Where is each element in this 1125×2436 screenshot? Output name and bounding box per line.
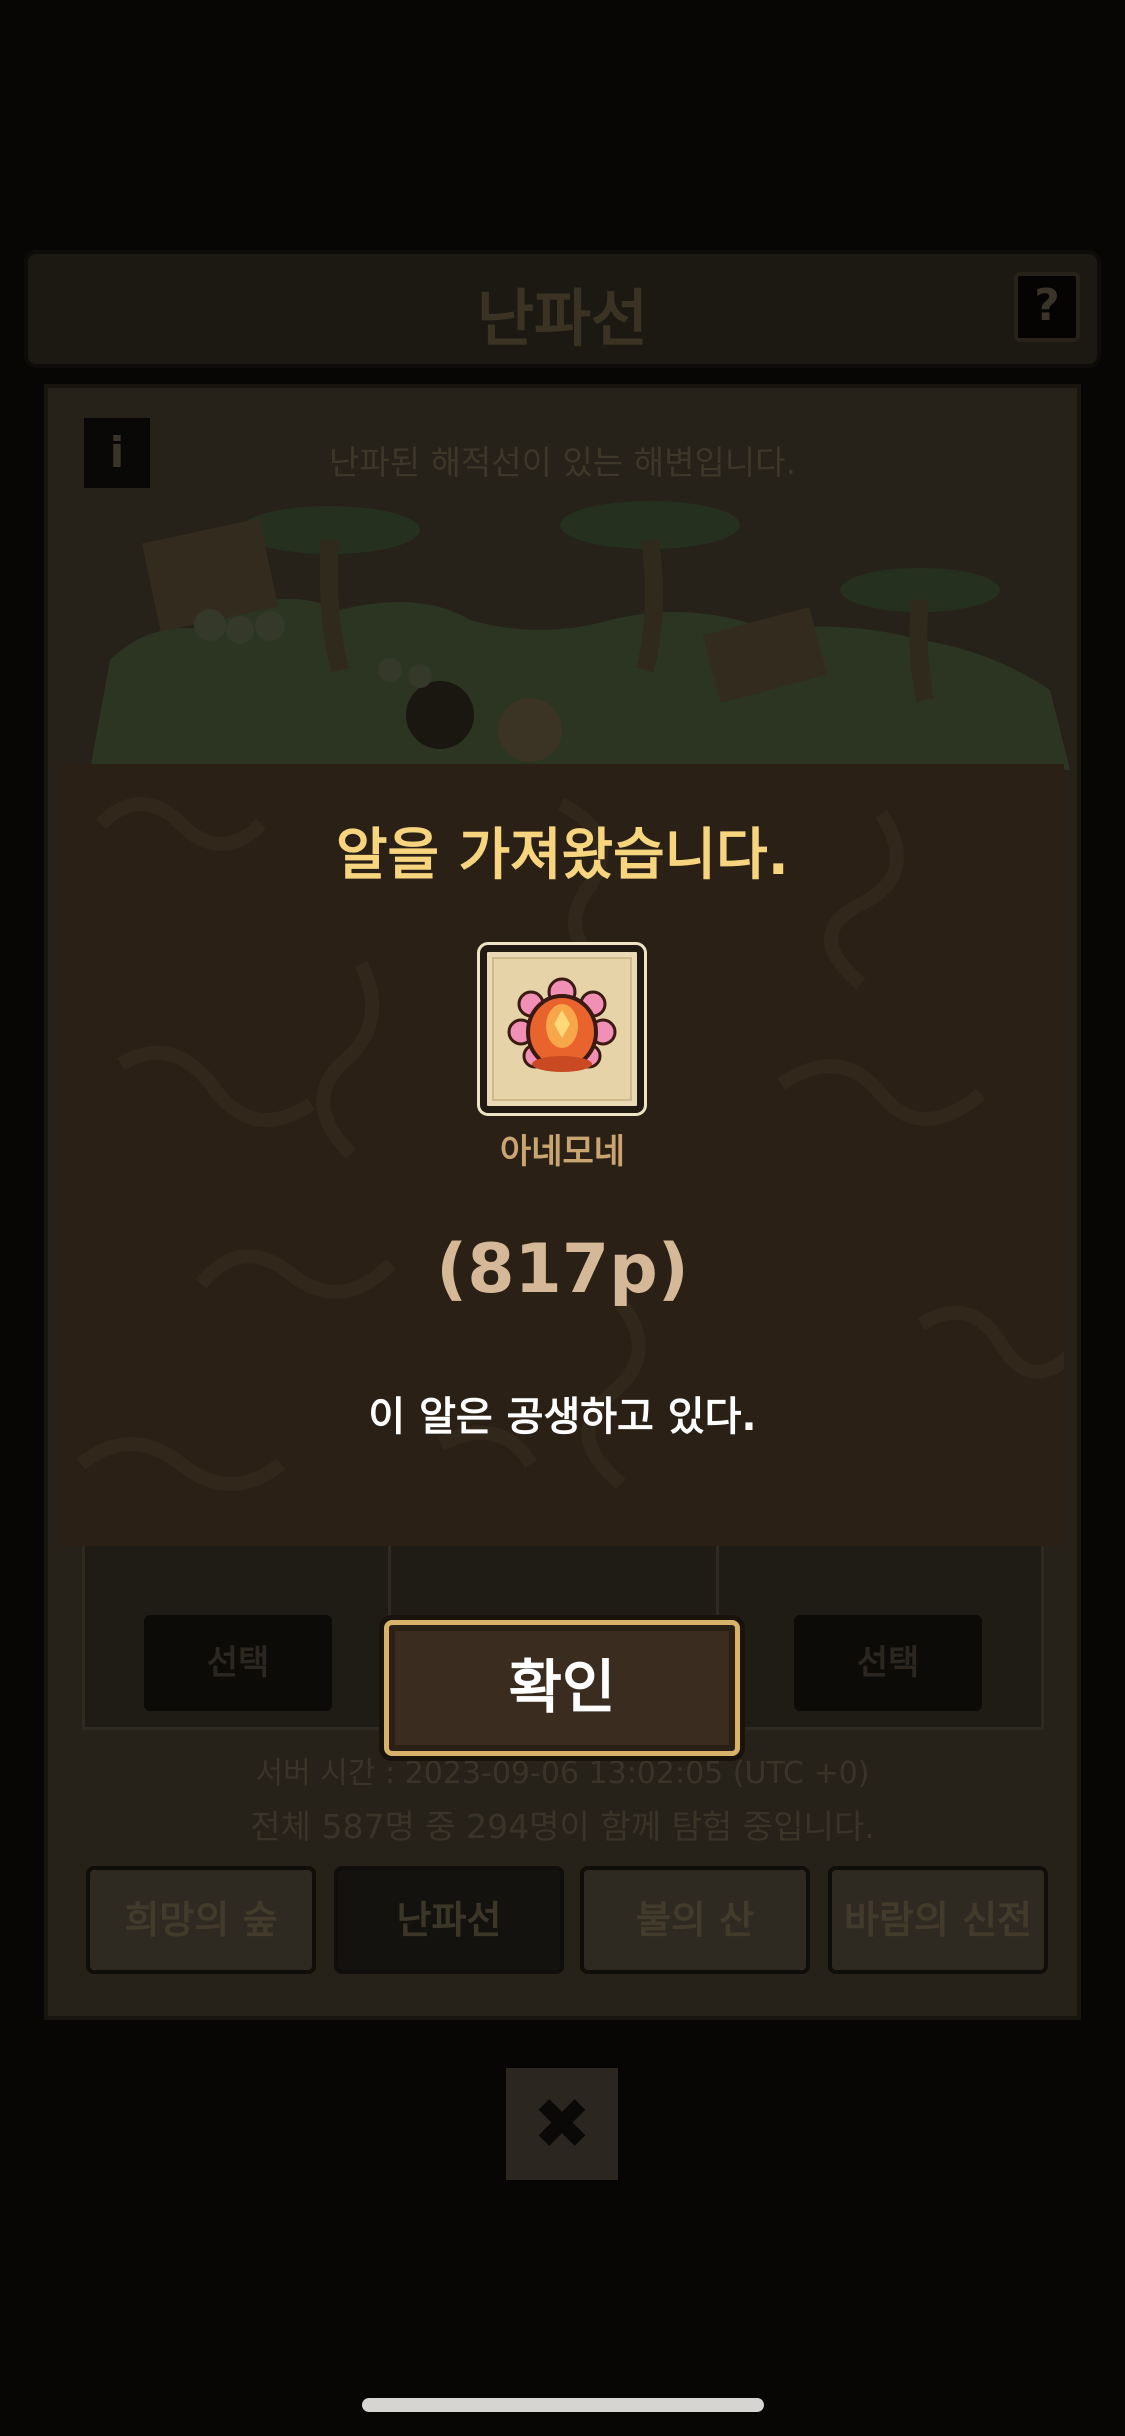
tab-forest-of-hope[interactable]: 희망의 숲: [86, 1866, 316, 1974]
egg-name: 아네모네: [499, 1132, 626, 1172]
participant-count: 전체 587명 중 294명이 함께 탐험 중입니다.: [250, 1807, 875, 1846]
egg-description: 이 알은 공생하고 있다.: [368, 1394, 757, 1440]
tab-wind-temple[interactable]: 바람의 신전: [828, 1866, 1048, 1974]
anemone-egg-icon: [492, 957, 632, 1101]
egg-points: (817p): [436, 1230, 689, 1309]
select-button-left[interactable]: 선택: [144, 1615, 332, 1711]
egg-card: [480, 945, 644, 1113]
modal-title: 알을 가져왔습니다.: [336, 823, 789, 888]
island-illustration: [90, 501, 1070, 770]
home-indicator: [362, 2398, 764, 2412]
close-button[interactable]: ✖: [506, 2068, 618, 2180]
confirm-button[interactable]: 확인: [384, 1620, 740, 1756]
tab-fire-mountain[interactable]: 불의 산: [580, 1866, 810, 1974]
tab-shipwreck[interactable]: 난파선: [334, 1866, 564, 1974]
help-button[interactable]: ?: [1014, 272, 1080, 342]
page-title: 난파선: [476, 282, 649, 355]
select-button-right[interactable]: 선택: [794, 1615, 982, 1711]
